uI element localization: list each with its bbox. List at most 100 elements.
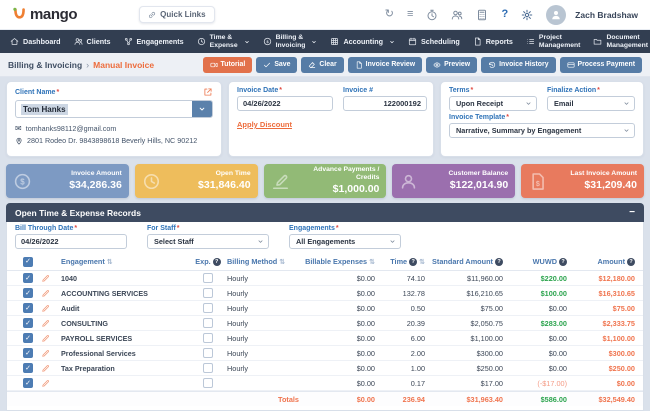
edit-row-icon[interactable]: [41, 274, 50, 283]
for-staff-select[interactable]: Select Staff: [147, 234, 269, 249]
invoice-date-input[interactable]: [237, 96, 333, 111]
invoice-template-select[interactable]: Narrative, Summary by Engagement: [449, 123, 635, 138]
standard-amount-cell: $75.00: [480, 303, 503, 313]
nav-item-reports[interactable]: Reports: [473, 37, 513, 46]
invoice-history-button[interactable]: Invoice History: [481, 56, 556, 73]
envelope-icon: ✉: [15, 123, 22, 133]
clients-icon[interactable]: [451, 9, 463, 21]
row-checkbox[interactable]: ✓: [23, 333, 33, 343]
exp-checkbox[interactable]: [203, 288, 213, 298]
nav-label: Scheduling: [420, 37, 460, 46]
nav-item-time-expense[interactable]: Time & Expense: [197, 34, 250, 49]
select-all-checkbox[interactable]: ✓: [23, 256, 33, 267]
menu-icon[interactable]: ≡: [407, 9, 413, 20]
row-checkbox[interactable]: ✓: [23, 288, 33, 298]
nav-item-clients[interactable]: Clients: [74, 37, 111, 46]
column-header-amount[interactable]: Amount?: [567, 257, 635, 266]
nav-item-document-management[interactable]: Document Management: [593, 34, 648, 49]
nav-item-scheduling[interactable]: Scheduling: [408, 37, 460, 46]
engagement-cell: Tax Preparation: [61, 363, 115, 373]
sort-icon[interactable]: ⇅: [279, 258, 285, 266]
person-o-icon: [399, 172, 418, 191]
row-checkbox[interactable]: ✓: [23, 303, 33, 313]
nav-item-accounting[interactable]: Accounting: [330, 37, 395, 46]
info-icon[interactable]: ?: [627, 257, 635, 266]
info-icon[interactable]: ?: [495, 257, 503, 266]
apply-discount-link[interactable]: Apply Discount: [237, 120, 292, 129]
column-header-billable-expenses[interactable]: Billable Expenses ⇅: [299, 257, 375, 266]
row-checkbox[interactable]: ✓: [23, 378, 33, 388]
invoice-number-input[interactable]: [343, 96, 427, 111]
info-icon[interactable]: ?: [409, 257, 418, 266]
help-icon[interactable]: ?: [501, 9, 508, 20]
column-header-time[interactable]: Time? ⇅: [375, 257, 425, 266]
nav-label: Document Management: [606, 34, 648, 49]
edit-row-icon[interactable]: [41, 379, 50, 388]
billing-method-cell: Hourly: [227, 318, 249, 328]
column-header-exp[interactable]: Exp.?: [189, 257, 227, 266]
sort-icon[interactable]: ⇅: [107, 258, 113, 266]
exp-checkbox[interactable]: [203, 333, 213, 343]
dollar-icon: [263, 37, 272, 46]
calendar-icon: [408, 37, 417, 46]
nav-item-dashboard[interactable]: Dashboard: [10, 37, 61, 46]
nav-item-billing-invoicing[interactable]: Billing & Invoicing: [263, 34, 318, 49]
client-select[interactable]: Tom Hanks: [15, 100, 213, 118]
column-header-wuwd[interactable]: WUWD?: [503, 257, 567, 266]
exp-checkbox[interactable]: [203, 318, 213, 328]
edit-row-icon[interactable]: [41, 349, 50, 358]
avatar[interactable]: [546, 4, 567, 25]
info-icon[interactable]: ?: [212, 257, 221, 266]
edit-row-icon[interactable]: [41, 364, 50, 373]
app-logo[interactable]: mango: [12, 6, 78, 23]
process-payment-button[interactable]: Process Payment: [559, 56, 642, 73]
row-checkbox[interactable]: ✓: [23, 273, 33, 283]
collapse-icon[interactable]: −: [629, 207, 635, 218]
column-header-billing-method[interactable]: Billing Method ⇅: [227, 257, 299, 266]
finalize-action-select[interactable]: Email: [547, 96, 635, 111]
user-name[interactable]: Zach Bradshaw: [575, 10, 638, 20]
sync-icon[interactable]: ↻: [385, 9, 394, 20]
exp-checkbox[interactable]: [203, 378, 213, 388]
column-header-engagement[interactable]: Engagement ⇅: [61, 257, 189, 266]
billable-expenses-cell: $0.00: [356, 378, 375, 388]
home-icon: [10, 37, 19, 46]
calculator-icon[interactable]: [476, 9, 488, 21]
save-button[interactable]: Save: [256, 56, 298, 73]
nav-item-engagements[interactable]: Engagements: [124, 37, 184, 46]
totals-label: Totals: [278, 394, 299, 404]
engagement-cell: 1040: [61, 273, 77, 283]
preview-button[interactable]: Preview: [426, 56, 478, 73]
column-header-standard-amount[interactable]: Standard Amount?: [425, 257, 503, 266]
edit-row-icon[interactable]: [41, 304, 50, 313]
terms-select[interactable]: Upon Receipt: [449, 96, 537, 111]
amount-cell: $2,333.75: [602, 318, 635, 328]
engagements-select[interactable]: All Engagements: [289, 234, 401, 249]
exp-checkbox[interactable]: [203, 303, 213, 313]
client-select-chevron-button[interactable]: [192, 101, 212, 117]
row-checkbox[interactable]: ✓: [23, 318, 33, 328]
settings-gears-icon[interactable]: [521, 9, 533, 21]
breadcrumb-section[interactable]: Billing & Invoicing: [8, 60, 82, 70]
panel-body: Bill Through Date* For Staff* Select Sta…: [6, 222, 644, 411]
info-icon[interactable]: ?: [559, 257, 567, 266]
row-checkbox[interactable]: ✓: [23, 363, 33, 373]
timer-icon[interactable]: [426, 9, 438, 21]
bill-through-date-input[interactable]: [15, 234, 127, 249]
quick-links-button[interactable]: Quick Links: [139, 6, 215, 23]
exp-checkbox[interactable]: [203, 348, 213, 358]
tutorial-button[interactable]: Tutorial: [202, 56, 253, 73]
standard-amount-cell: $11,960.00: [467, 273, 503, 283]
edit-row-icon[interactable]: [41, 289, 50, 298]
billing-method-cell: Hourly: [227, 288, 249, 298]
exp-checkbox[interactable]: [203, 273, 213, 283]
row-checkbox[interactable]: ✓: [23, 348, 33, 358]
edit-row-icon[interactable]: [41, 334, 50, 343]
edit-client-icon[interactable]: [203, 87, 213, 97]
clear-button[interactable]: Clear: [301, 56, 344, 73]
edit-row-icon[interactable]: [41, 319, 50, 328]
invoice-review-button[interactable]: Invoice Review: [347, 56, 423, 73]
billing-method-cell: Hourly: [227, 348, 249, 358]
nav-item-project-management[interactable]: Project Management: [526, 34, 580, 49]
exp-checkbox[interactable]: [203, 363, 213, 373]
